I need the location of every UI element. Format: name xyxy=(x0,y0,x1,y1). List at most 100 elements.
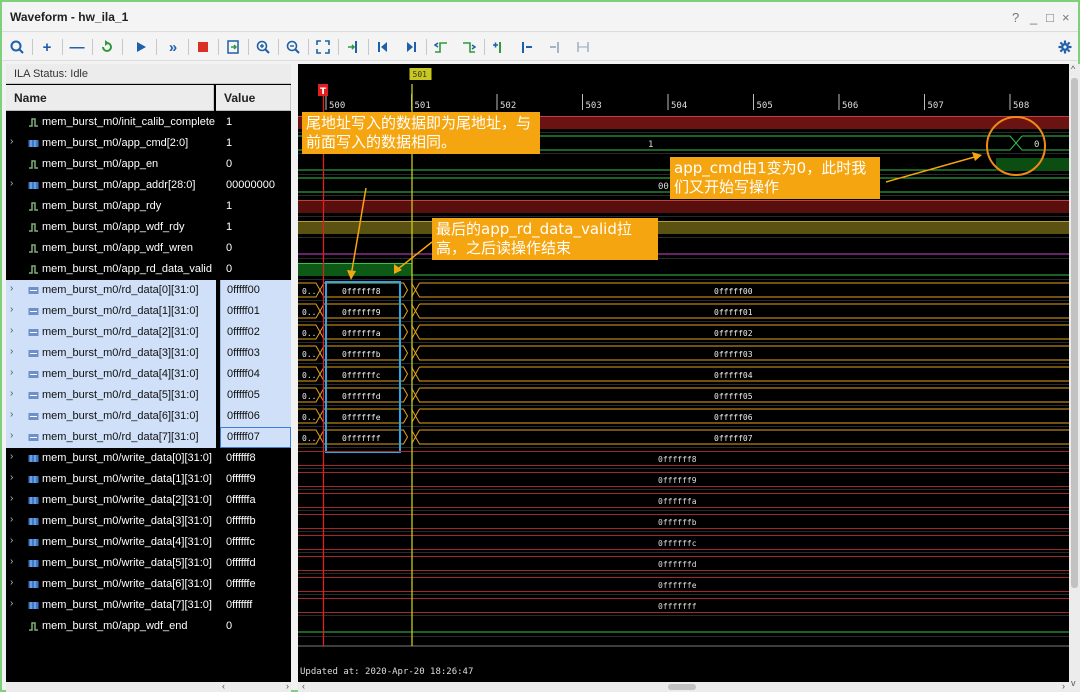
signal-name-cell[interactable]: › mem_burst_m0/rd_data[2][31:0] xyxy=(6,322,216,343)
signal-row[interactable]: › mem_burst_m0/app_addr[28:0] 00000000 xyxy=(6,175,291,196)
scroll-down-icon[interactable]: v xyxy=(1071,678,1076,688)
signal-row[interactable]: › mem_burst_m0/write_data[7][31:0] 0ffffff… xyxy=(6,595,291,616)
expand-chevron-icon[interactable]: › xyxy=(10,325,13,336)
expand-chevron-icon[interactable]: › xyxy=(10,409,13,420)
signal-row[interactable]: mem_burst_m0/init_calib_complete 1 xyxy=(6,112,291,133)
scroll-left-icon[interactable]: ‹ xyxy=(222,681,225,691)
expand-chevron-icon[interactable]: › xyxy=(10,304,13,315)
signal-name-cell[interactable]: mem_burst_m0/app_rdy xyxy=(6,196,216,217)
signal-name-cell[interactable]: › mem_burst_m0/write_data[1][31:0] xyxy=(6,469,216,490)
signal-name-cell[interactable]: mem_burst_m0/app_wdf_wren xyxy=(6,238,216,259)
next-transition-icon[interactable] xyxy=(458,36,480,58)
hscroll-left-icon[interactable]: ‹ xyxy=(302,681,305,691)
zoom-fit-icon[interactable] xyxy=(312,36,334,58)
signal-row[interactable]: › mem_burst_m0/write_data[3][31:0] 0ffffff… xyxy=(6,511,291,532)
signal-row[interactable]: › mem_burst_m0/write_data[5][31:0] 0ffffff… xyxy=(6,553,291,574)
close-icon[interactable]: × xyxy=(1062,10,1070,25)
run-icon[interactable] xyxy=(130,36,152,58)
search-icon[interactable] xyxy=(6,36,28,58)
signal-name-cell[interactable]: › mem_burst_m0/write_data[4][31:0] xyxy=(6,532,216,553)
prev-transition-icon[interactable] xyxy=(430,36,452,58)
signal-row[interactable]: › mem_burst_m0/rd_data[5][31:0] 0fffff05 xyxy=(6,385,291,406)
goto-cursor-icon[interactable] xyxy=(342,36,364,58)
signal-row[interactable]: › mem_burst_m0/rd_data[3][31:0] 0fffff03 xyxy=(6,343,291,364)
signal-name-cell[interactable]: › mem_burst_m0/rd_data[1][31:0] xyxy=(6,301,216,322)
scroll-up-icon[interactable]: ^ xyxy=(1071,64,1075,74)
export-icon[interactable] xyxy=(222,36,244,58)
minimize-icon[interactable]: _ xyxy=(1030,10,1037,25)
signal-name-cell[interactable]: mem_burst_m0/app_en xyxy=(6,154,216,175)
signal-row[interactable]: › mem_burst_m0/write_data[6][31:0] 0ffffff… xyxy=(6,574,291,595)
add-icon[interactable]: + xyxy=(36,36,58,58)
expand-chevron-icon[interactable]: › xyxy=(10,367,13,378)
expand-chevron-icon[interactable]: › xyxy=(10,598,13,609)
help-icon[interactable]: ? xyxy=(1012,10,1019,25)
signal-row[interactable]: › mem_burst_m0/rd_data[4][31:0] 0fffff04 xyxy=(6,364,291,385)
stop-icon[interactable] xyxy=(192,36,214,58)
signal-panel-hscrollbar[interactable]: ‹ › xyxy=(6,681,291,692)
signal-row[interactable]: › mem_burst_m0/write_data[2][31:0] 0ffffff… xyxy=(6,490,291,511)
signal-row[interactable]: › mem_burst_m0/write_data[4][31:0] 0ffffff… xyxy=(6,532,291,553)
signal-row[interactable]: mem_burst_m0/app_wdf_rdy 1 xyxy=(6,217,291,238)
expand-chevron-icon[interactable]: › xyxy=(10,346,13,357)
signal-row[interactable]: mem_burst_m0/app_wdf_wren 0 xyxy=(6,238,291,259)
signal-name-cell[interactable]: › mem_burst_m0/rd_data[4][31:0] xyxy=(6,364,216,385)
restore-icon[interactable]: □ xyxy=(1046,10,1054,25)
signal-name-cell[interactable]: › mem_burst_m0/write_data[0][31:0] xyxy=(6,448,216,469)
signal-name-cell[interactable]: › mem_burst_m0/write_data[2][31:0] xyxy=(6,490,216,511)
signal-name-cell[interactable]: › mem_burst_m0/rd_data[3][31:0] xyxy=(6,343,216,364)
expand-chevron-icon[interactable]: › xyxy=(10,556,13,567)
signal-name-cell[interactable]: › mem_burst_m0/write_data[5][31:0] xyxy=(6,553,216,574)
expand-chevron-icon[interactable]: › xyxy=(10,388,13,399)
zoom-out-icon[interactable] xyxy=(282,36,304,58)
signal-row[interactable]: › mem_burst_m0/rd_data[7][31:0] 0fffff07 xyxy=(6,427,291,448)
signal-name-cell[interactable]: › mem_burst_m0/rd_data[0][31:0] xyxy=(6,280,216,301)
waveform-vscrollbar[interactable]: ^ v xyxy=(1069,64,1080,692)
scroll-right-icon[interactable]: › xyxy=(286,681,289,691)
signal-row[interactable]: mem_burst_m0/app_rdy 1 xyxy=(6,196,291,217)
signal-row[interactable]: › mem_burst_m0/write_data[1][31:0] 0ffffff… xyxy=(6,469,291,490)
swap-cursor-icon[interactable] xyxy=(572,36,594,58)
signal-name-cell[interactable]: mem_burst_m0/app_wdf_end xyxy=(6,616,216,637)
expand-chevron-icon[interactable]: › xyxy=(10,430,13,441)
refresh-icon[interactable] xyxy=(96,36,118,58)
signal-name-cell[interactable]: › mem_burst_m0/rd_data[7][31:0] xyxy=(6,427,216,448)
signal-row[interactable]: › mem_burst_m0/rd_data[2][31:0] 0fffff02 xyxy=(6,322,291,343)
expand-chevron-icon[interactable]: › xyxy=(10,472,13,483)
expand-chevron-icon[interactable]: › xyxy=(10,451,13,462)
expand-chevron-icon[interactable]: › xyxy=(10,535,13,546)
signal-name-cell[interactable]: › mem_burst_m0/write_data[6][31:0] xyxy=(6,574,216,595)
expand-chevron-icon[interactable]: › xyxy=(10,577,13,588)
signal-row[interactable]: mem_burst_m0/app_wdf_end 0 xyxy=(6,616,291,637)
add-marker-icon[interactable] xyxy=(488,36,510,58)
name-column-header[interactable]: Name xyxy=(6,85,214,111)
signal-name-cell[interactable]: › mem_burst_m0/app_addr[28:0] xyxy=(6,175,216,196)
hscroll-right-icon[interactable]: › xyxy=(1062,681,1065,691)
next-marker-icon[interactable] xyxy=(544,36,566,58)
gear-icon[interactable] xyxy=(1054,36,1076,58)
signal-row[interactable]: mem_burst_m0/app_en 0 xyxy=(6,154,291,175)
expand-chevron-icon[interactable]: › xyxy=(10,136,13,147)
signal-name-cell[interactable]: mem_burst_m0/init_calib_complete xyxy=(6,112,216,133)
signal-name-cell[interactable]: › mem_burst_m0/app_cmd[2:0] xyxy=(6,133,216,154)
waveform-hscrollbar[interactable]: ‹ › xyxy=(298,681,1069,692)
run-all-icon[interactable]: » xyxy=(162,36,184,58)
value-column-header[interactable]: Value xyxy=(216,85,291,111)
signal-row[interactable]: › mem_burst_m0/rd_data[1][31:0] 0fffff01 xyxy=(6,301,291,322)
expand-chevron-icon[interactable]: › xyxy=(10,283,13,294)
signal-name-cell[interactable]: mem_burst_m0/app_rd_data_valid xyxy=(6,259,216,280)
signal-name-cell[interactable]: mem_burst_m0/app_wdf_rdy xyxy=(6,217,216,238)
zoom-in-icon[interactable] xyxy=(252,36,274,58)
signal-row[interactable]: › mem_burst_m0/app_cmd[2:0] 1 xyxy=(6,133,291,154)
goto-last-icon[interactable] xyxy=(400,36,422,58)
signal-name-cell[interactable]: › mem_burst_m0/write_data[7][31:0] xyxy=(6,595,216,616)
vscroll-thumb[interactable] xyxy=(1071,78,1078,588)
prev-marker-icon[interactable] xyxy=(516,36,538,58)
expand-chevron-icon[interactable]: › xyxy=(10,514,13,525)
signal-name-cell[interactable]: › mem_burst_m0/rd_data[6][31:0] xyxy=(6,406,216,427)
signal-name-cell[interactable]: › mem_burst_m0/write_data[3][31:0] xyxy=(6,511,216,532)
signal-row[interactable]: mem_burst_m0/app_rd_data_valid 0 xyxy=(6,259,291,280)
signal-row[interactable]: › mem_burst_m0/rd_data[6][31:0] 0fffff06 xyxy=(6,406,291,427)
expand-chevron-icon[interactable]: › xyxy=(10,178,13,189)
remove-icon[interactable]: — xyxy=(66,36,88,58)
